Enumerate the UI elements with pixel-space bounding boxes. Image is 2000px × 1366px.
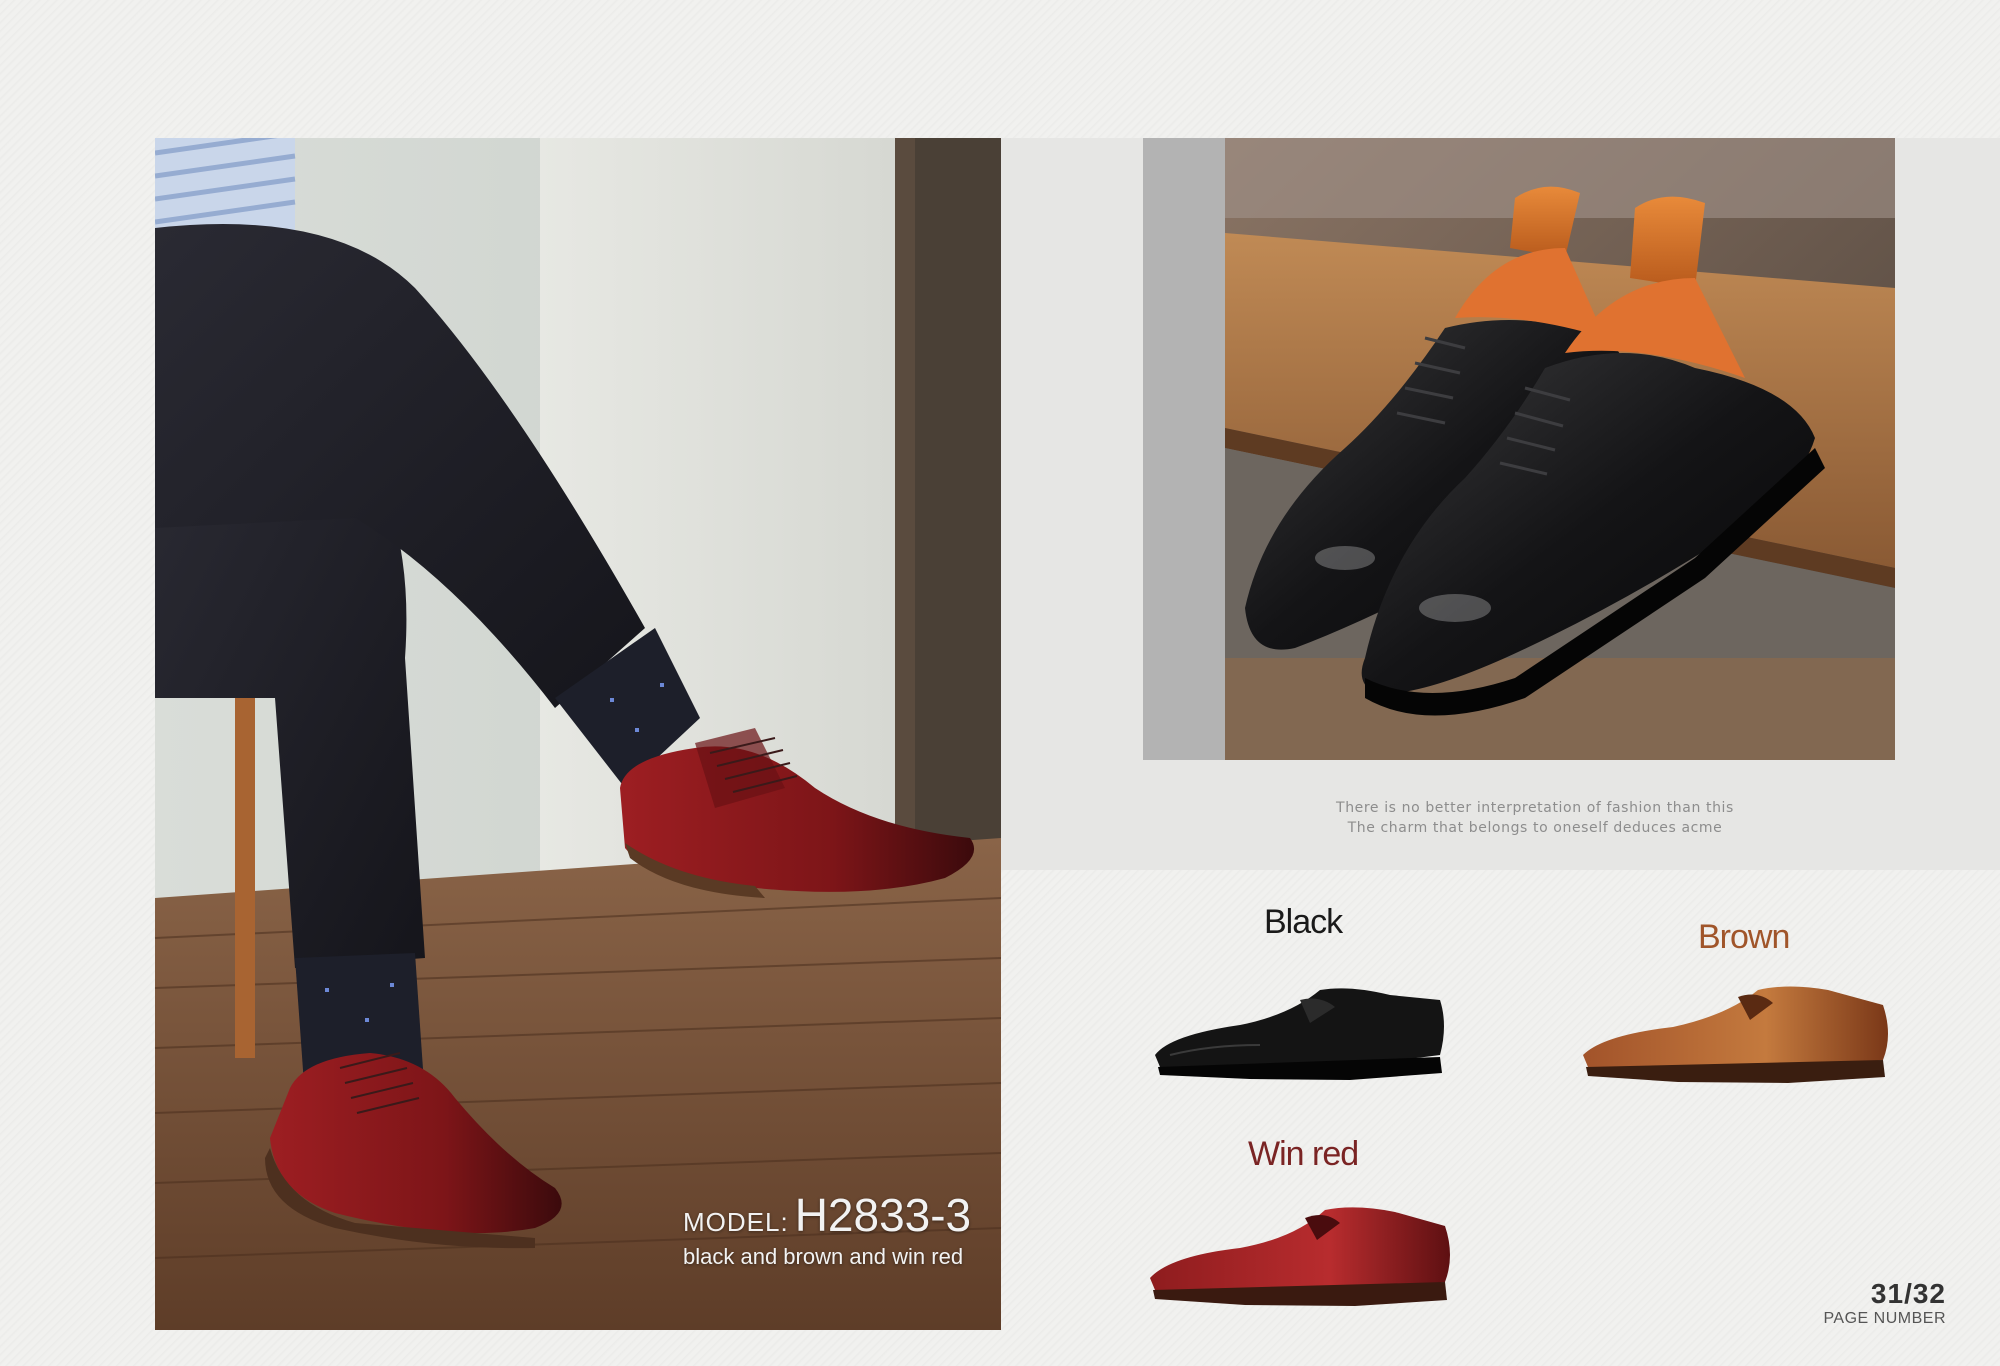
model-caption: MODEL: H2833-3 black and brown and win re… [683, 1188, 971, 1270]
gray-accent-strip [1143, 138, 1225, 760]
tagline-line-1: There is no better interpretation of fas… [1336, 800, 1734, 816]
variant-label-win-red: Win red [1248, 1135, 1359, 1173]
variant-label-brown: Brown [1698, 918, 1790, 956]
variant-shoe-win-red [1150, 1207, 1450, 1306]
model-code: H2833-3 [794, 1189, 972, 1241]
model-colors-text: black and brown and win red [683, 1244, 964, 1269]
page-number-label: PAGE NUMBER [1823, 1310, 1946, 1327]
variant-shoe-brown [1583, 986, 1888, 1083]
tagline-line-2: The charm that belongs to oneself deduce… [1347, 820, 1723, 836]
page-number-block: 31/32 PAGE NUMBER [1823, 1278, 1946, 1328]
variant-shoe-black [1155, 988, 1444, 1080]
product-photo [1225, 138, 1895, 760]
model-label: MODEL: [683, 1207, 789, 1237]
variant-label-black: Black [1264, 903, 1343, 941]
lifestyle-photo: MODEL: H2833-3 black and brown and win re… [155, 138, 1001, 1330]
product-photo-illustration [1225, 138, 1895, 760]
page-number: 31/32 [1870, 1278, 1946, 1309]
lifestyle-photo-illustration [155, 138, 1001, 1330]
